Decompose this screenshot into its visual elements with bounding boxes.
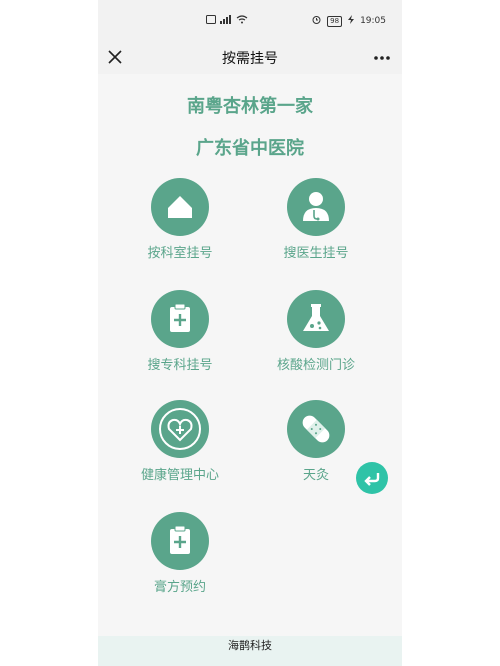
menu-item-label: 搜医生挂号	[283, 246, 349, 261]
menu-item-label: 膏方预约	[153, 580, 206, 595]
clipboard-plus-icon	[151, 512, 209, 570]
menu-item-label: 按科室挂号	[147, 246, 213, 261]
menu-item-doctor[interactable]: 搜医生挂号	[256, 178, 376, 261]
menu-item-label: 健康管理中心	[140, 468, 219, 483]
house-icon	[151, 178, 209, 236]
signal-icon	[220, 15, 232, 26]
footer-text: 海鹊科技	[228, 639, 272, 652]
menu-item-paste-prescription[interactable]: 膏方预约	[120, 512, 240, 595]
status-bar: 98 19:05	[98, 0, 402, 40]
sim-icon	[206, 15, 216, 26]
slogan: 南粤杏林第一家	[187, 96, 313, 117]
phone-screen: 98 19:05 按需挂号 南粤杏林第一家 广东省中医院 按科室挂号 搜医生挂号	[98, 0, 402, 666]
return-icon	[364, 473, 380, 486]
doctor-icon	[287, 178, 345, 236]
hospital-name: 广东省中医院	[196, 138, 304, 159]
menu-item-nucleic-test[interactable]: 核酸检测门诊	[256, 290, 376, 373]
page-title: 按需挂号	[222, 51, 278, 67]
bandage-icon	[287, 400, 345, 458]
wifi-icon	[236, 15, 248, 26]
battery-level: 98	[327, 15, 343, 27]
menu-item-department[interactable]: 按科室挂号	[120, 178, 240, 261]
menu-item-specialty[interactable]: 搜专科挂号	[120, 290, 240, 373]
footer: 海鹊科技	[98, 636, 402, 666]
status-time: 19:05	[360, 16, 386, 26]
menu-item-label: 核酸检测门诊	[276, 358, 355, 373]
flask-icon	[287, 290, 345, 348]
back-float-button[interactable]	[356, 462, 388, 494]
menu-item-health-center[interactable]: 健康管理中心	[120, 400, 240, 483]
bolt-icon	[348, 15, 355, 27]
status-left	[206, 15, 248, 26]
alarm-icon	[312, 15, 321, 27]
more-icon[interactable]	[372, 50, 392, 64]
status-right: 98 19:05	[312, 15, 386, 27]
menu-item-label: 搜专科挂号	[147, 358, 213, 373]
clipboard-plus-icon	[151, 290, 209, 348]
navbar: 按需挂号	[98, 40, 402, 74]
heart-shield-icon	[151, 400, 209, 458]
